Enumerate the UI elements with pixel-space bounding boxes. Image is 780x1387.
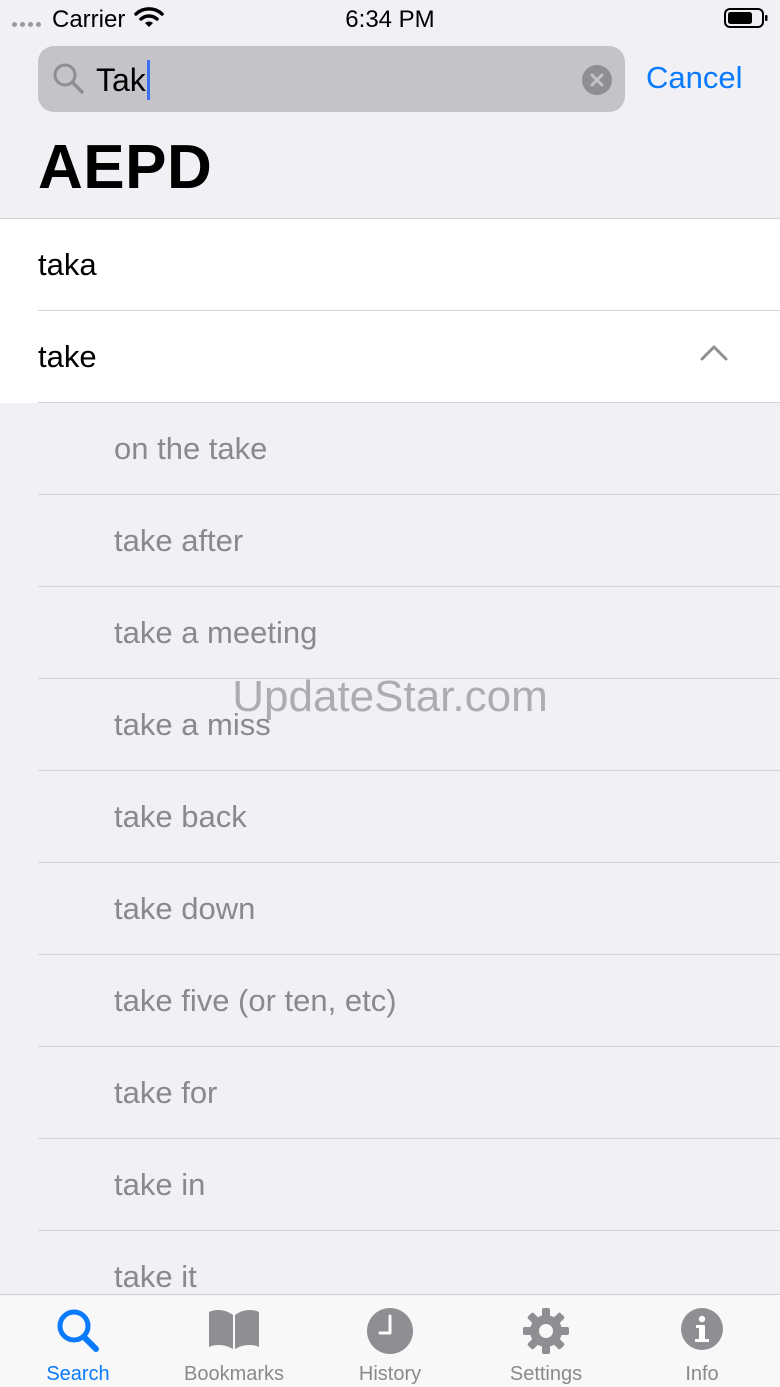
sub-list-item-label: take for xyxy=(114,1075,218,1110)
tab-label: Settings xyxy=(509,1363,583,1385)
sub-list-item-label: take a miss xyxy=(114,707,271,742)
page-title: AEPD xyxy=(38,133,213,202)
tab-settings[interactable]: Settings xyxy=(468,1295,624,1387)
sub-list-item-label: take after xyxy=(114,523,244,558)
sub-list-item[interactable]: take in xyxy=(0,1139,780,1231)
search-icon xyxy=(57,1309,99,1352)
tab-bookmarks[interactable]: Bookmarks xyxy=(156,1295,312,1387)
chevron-up-icon[interactable] xyxy=(700,344,728,362)
list-item-expanded[interactable]: take xyxy=(0,311,780,403)
tab-bar: Search Bookmarks History Settings Info xyxy=(0,1294,780,1387)
sub-list-item-label: take back xyxy=(114,799,247,834)
sub-list-item[interactable]: take a miss xyxy=(0,679,780,771)
sub-list-item-label: take five (or ten, etc) xyxy=(114,983,397,1018)
tab-label: Bookmarks xyxy=(183,1363,285,1385)
sub-list-item[interactable]: take down xyxy=(0,863,780,955)
clear-search-icon[interactable] xyxy=(582,65,612,95)
book-icon xyxy=(209,1310,259,1349)
sub-list-item[interactable]: take a meeting xyxy=(0,587,780,679)
sub-list-item-label: take in xyxy=(114,1167,206,1202)
status-time: 6:34 PM xyxy=(345,6,435,33)
info-icon xyxy=(681,1308,723,1350)
sub-list-item[interactable]: take for xyxy=(0,1047,780,1139)
gear-icon xyxy=(523,1308,569,1354)
clock-icon xyxy=(367,1308,413,1354)
search-input[interactable]: Tak xyxy=(96,60,150,100)
search-input-text: Tak xyxy=(96,61,146,98)
cancel-button[interactable]: Cancel xyxy=(646,60,743,96)
sub-list-item-label: take down xyxy=(114,891,256,926)
list-item[interactable]: taka xyxy=(0,219,780,311)
status-bar: Carrier 6:34 PM xyxy=(0,0,780,40)
sub-list-item-label: take a meeting xyxy=(114,615,318,650)
tab-info[interactable]: Info xyxy=(624,1295,780,1387)
results-list: taka take on the take take after take a … xyxy=(0,219,780,1323)
list-item-label: take xyxy=(38,339,97,374)
battery-icon xyxy=(724,8,768,28)
sub-list-item[interactable]: on the take xyxy=(0,403,780,495)
sub-list-item[interactable]: take five (or ten, etc) xyxy=(0,955,780,1047)
tab-search[interactable]: Search xyxy=(0,1295,156,1387)
sub-list-item-label: take it xyxy=(114,1259,197,1294)
sub-list-item-label: on the take xyxy=(114,431,268,466)
text-caret xyxy=(146,60,150,100)
tab-label: Search xyxy=(46,1363,110,1385)
sub-list-item[interactable]: take back xyxy=(0,771,780,863)
tab-label: Info xyxy=(685,1363,719,1385)
list-item-label: taka xyxy=(38,247,97,282)
magnifier-icon xyxy=(53,63,84,94)
tab-label: History xyxy=(358,1363,422,1385)
tab-history[interactable]: History xyxy=(312,1295,468,1387)
sub-list-item[interactable]: take after xyxy=(0,495,780,587)
search-field[interactable]: Tak xyxy=(38,46,625,112)
